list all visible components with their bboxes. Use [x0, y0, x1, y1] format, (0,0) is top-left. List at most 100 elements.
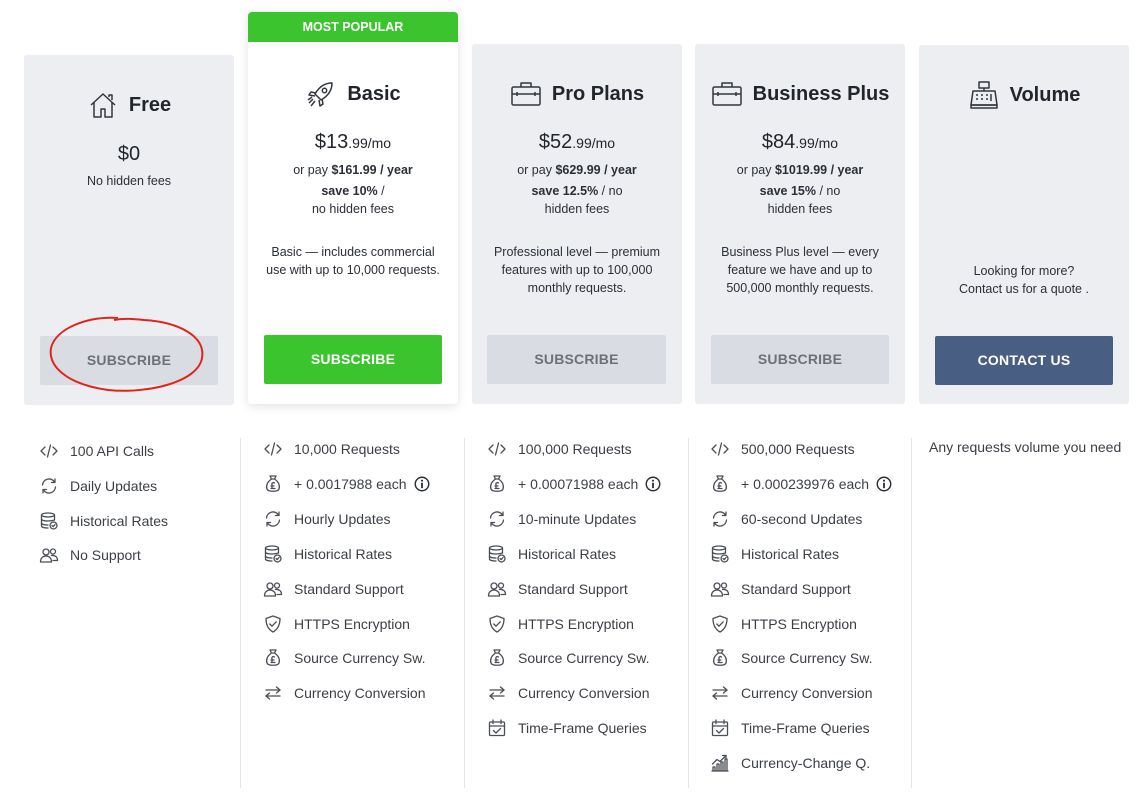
database-icon — [38, 510, 60, 532]
info-icon[interactable] — [875, 475, 893, 493]
subscribe-button-free[interactable]: SUBSCRIBE — [40, 336, 218, 385]
info-icon[interactable] — [644, 475, 662, 493]
users-icon — [709, 578, 731, 600]
users-icon — [262, 578, 284, 600]
plan-price: $0 — [117, 143, 141, 165]
subscribe-button-business-plus[interactable]: SUBSCRIBE — [711, 335, 889, 384]
feature-item: Historical Rates — [709, 543, 839, 565]
feature-label: Daily Updates — [70, 477, 158, 494]
plan-description: Basic — includes commercial use with up … — [266, 245, 440, 277]
feature-item: Standard Support — [709, 578, 851, 600]
feature-item: Time-Frame Queries — [709, 717, 870, 739]
feature-label: 10,000 Requests — [294, 441, 400, 457]
code-icon — [486, 438, 508, 460]
feature-label: Historical Rates — [294, 545, 393, 562]
plan-header: Business Plus — [695, 78, 905, 110]
coin-bag-icon — [486, 647, 508, 669]
fees-note: No hidden fees — [86, 174, 172, 188]
feature-item: No Support — [38, 544, 141, 566]
feature-item: + 0.000239976 each — [709, 473, 893, 495]
savings-note: save 15% / no hidden fees — [759, 184, 841, 216]
refresh-icon — [486, 508, 508, 530]
plan-card-free: Free $0 No hidden fees SUBSCRIBE — [24, 55, 234, 405]
feature-item: Daily Updates — [38, 475, 157, 497]
feature-label: Currency Conversion — [741, 685, 873, 702]
plan-price: $52.99/mo — [538, 131, 616, 153]
coin-bag-icon — [709, 647, 731, 669]
feature-label: 100 API Calls — [70, 443, 155, 459]
contact-note: Looking for more? Contact us for a quote… — [959, 264, 1089, 296]
briefcase-icon — [711, 78, 743, 110]
calendar-icon — [709, 717, 731, 739]
feature-item: 100 API Calls — [38, 440, 154, 462]
feature-label: + 0.0017988 each — [294, 475, 407, 492]
plan-price: $84.99/mo — [761, 131, 839, 153]
plan-description: Business Plus level — every feature we h… — [721, 245, 879, 295]
plan-card-volume: Volume Looking for more? Contact us for … — [919, 45, 1129, 404]
code-icon — [38, 440, 60, 462]
plan-header: Pro Plans — [472, 78, 682, 110]
feature-item: Time-Frame Queries — [486, 717, 647, 739]
feature-item: 10-minute Updates — [486, 508, 636, 530]
database-icon — [262, 543, 284, 565]
feature-item: Source Currency Sw. — [709, 647, 873, 669]
feature-item: Standard Support — [486, 578, 628, 600]
users-icon — [486, 578, 508, 600]
feature-item: 100,000 Requests — [486, 438, 632, 460]
feature-item: Historical Rates — [262, 543, 392, 565]
feature-label: Currency Conversion — [294, 685, 426, 702]
volume-feature-text: Any requests volume you need — [929, 439, 1122, 455]
yearly-price: or pay $1019.99 / year — [736, 163, 864, 177]
feature-label: Standard Support — [294, 580, 404, 597]
briefcase-icon — [510, 78, 542, 110]
column-divider — [688, 438, 689, 788]
column-divider — [240, 438, 241, 788]
feature-label: HTTPS Encryption — [741, 615, 857, 632]
code-icon — [709, 438, 731, 460]
feature-label: Currency Conversion — [518, 685, 650, 702]
users-icon — [38, 544, 60, 566]
plan-card-basic: MOST POPULAR Basic $13.99/mo or pay $161… — [248, 12, 458, 404]
database-icon — [709, 543, 731, 565]
chart-growth-icon — [709, 752, 731, 774]
feature-label: Source Currency Sw. — [294, 650, 426, 667]
feature-label: Standard Support — [518, 580, 628, 597]
feature-label: Time-Frame Queries — [518, 720, 647, 737]
rocket-icon — [305, 78, 337, 110]
feature-item: HTTPS Encryption — [709, 613, 857, 635]
subscribe-button-pro[interactable]: SUBSCRIBE — [487, 335, 666, 384]
feature-item: Historical Rates — [38, 510, 168, 532]
exchange-icon — [486, 682, 508, 704]
feature-label: Time-Frame Queries — [741, 720, 870, 737]
feature-label: Currency-Change Q. — [741, 755, 871, 772]
feature-item: HTTPS Encryption — [486, 613, 634, 635]
plan-name: Free — [128, 93, 172, 116]
feature-item: Source Currency Sw. — [262, 647, 426, 669]
shield-icon — [262, 613, 284, 635]
plan-header: Volume — [919, 79, 1129, 111]
feature-label: Historical Rates — [741, 545, 840, 562]
feature-label: Standard Support — [741, 580, 851, 597]
feature-label: Hourly Updates — [294, 510, 391, 527]
info-icon[interactable] — [413, 475, 431, 493]
feature-item: + 0.0017988 each — [262, 473, 431, 495]
feature-label: + 0.00071988 each — [518, 475, 639, 492]
refresh-icon — [262, 508, 284, 530]
feature-label: HTTPS Encryption — [518, 615, 634, 632]
plan-header: Basic — [248, 78, 458, 110]
database-icon — [486, 543, 508, 565]
plan-name: Business Plus — [752, 82, 890, 105]
feature-label: Source Currency Sw. — [518, 650, 650, 667]
refresh-icon — [38, 475, 60, 497]
plan-description: Professional level — premium features wi… — [493, 245, 661, 295]
feature-label: HTTPS Encryption — [294, 615, 410, 632]
plan-header: Free — [24, 89, 234, 121]
savings-note: save 10% / no hidden fees — [311, 184, 394, 216]
contact-us-button[interactable]: CONTACT US — [935, 336, 1113, 385]
feature-label: Source Currency Sw. — [741, 650, 873, 667]
cash-register-icon — [968, 79, 1000, 111]
feature-label: 10-minute Updates — [518, 510, 637, 527]
feature-item: Source Currency Sw. — [486, 647, 650, 669]
feature-item: Currency Conversion — [486, 682, 650, 704]
subscribe-button-basic[interactable]: SUBSCRIBE — [264, 335, 442, 384]
